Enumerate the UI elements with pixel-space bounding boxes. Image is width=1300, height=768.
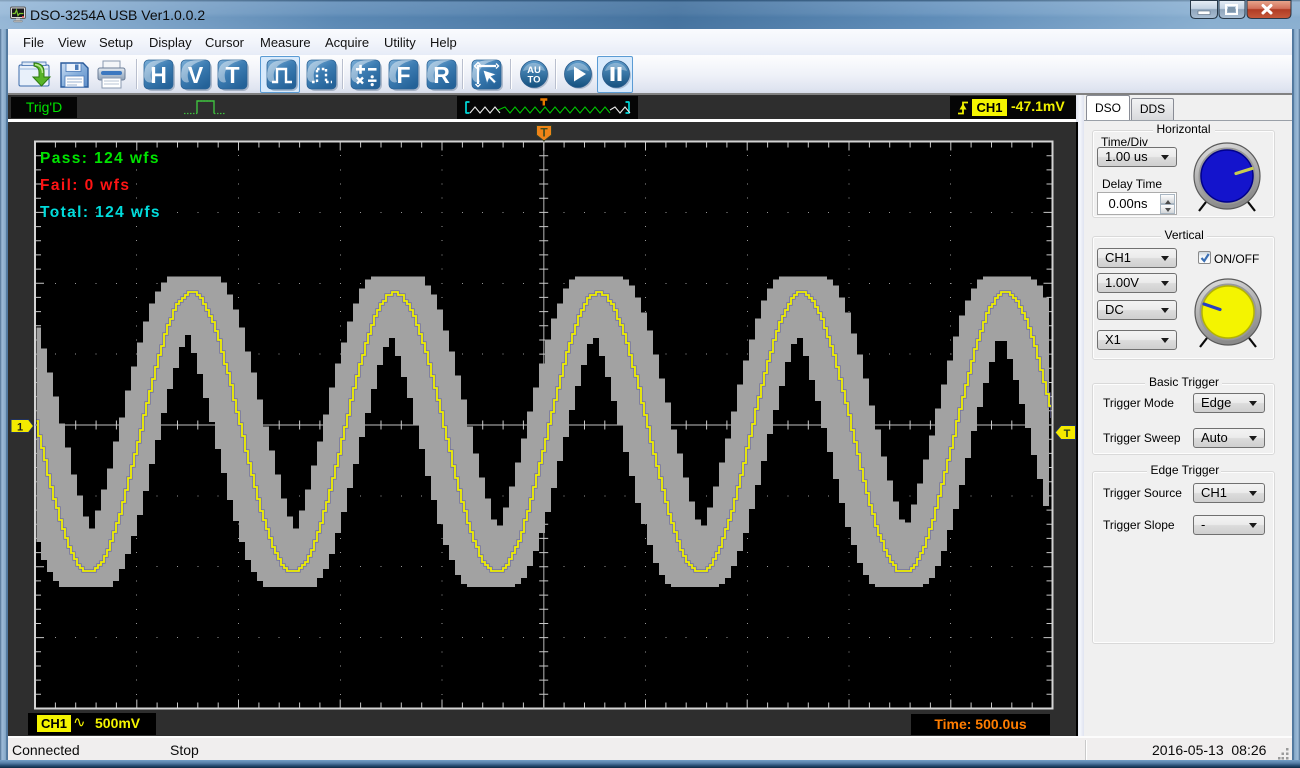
svg-text:T: T <box>225 62 239 88</box>
svg-text:Pass: 124 wfs: Pass: 124 wfs <box>40 150 160 167</box>
svg-text:F: F <box>396 62 410 88</box>
svg-text:T: T <box>1064 428 1071 440</box>
svg-text:Total: 124 wfs: Total: 124 wfs <box>40 204 161 221</box>
svg-text:1: 1 <box>17 422 23 434</box>
svg-text:R: R <box>433 62 450 88</box>
svg-text:V: V <box>188 62 204 88</box>
svg-text:Fail: 0 wfs: Fail: 0 wfs <box>40 177 130 194</box>
svg-text:T: T <box>540 126 548 140</box>
svg-text:H: H <box>150 62 167 88</box>
svg-text:TO: TO <box>527 75 540 86</box>
